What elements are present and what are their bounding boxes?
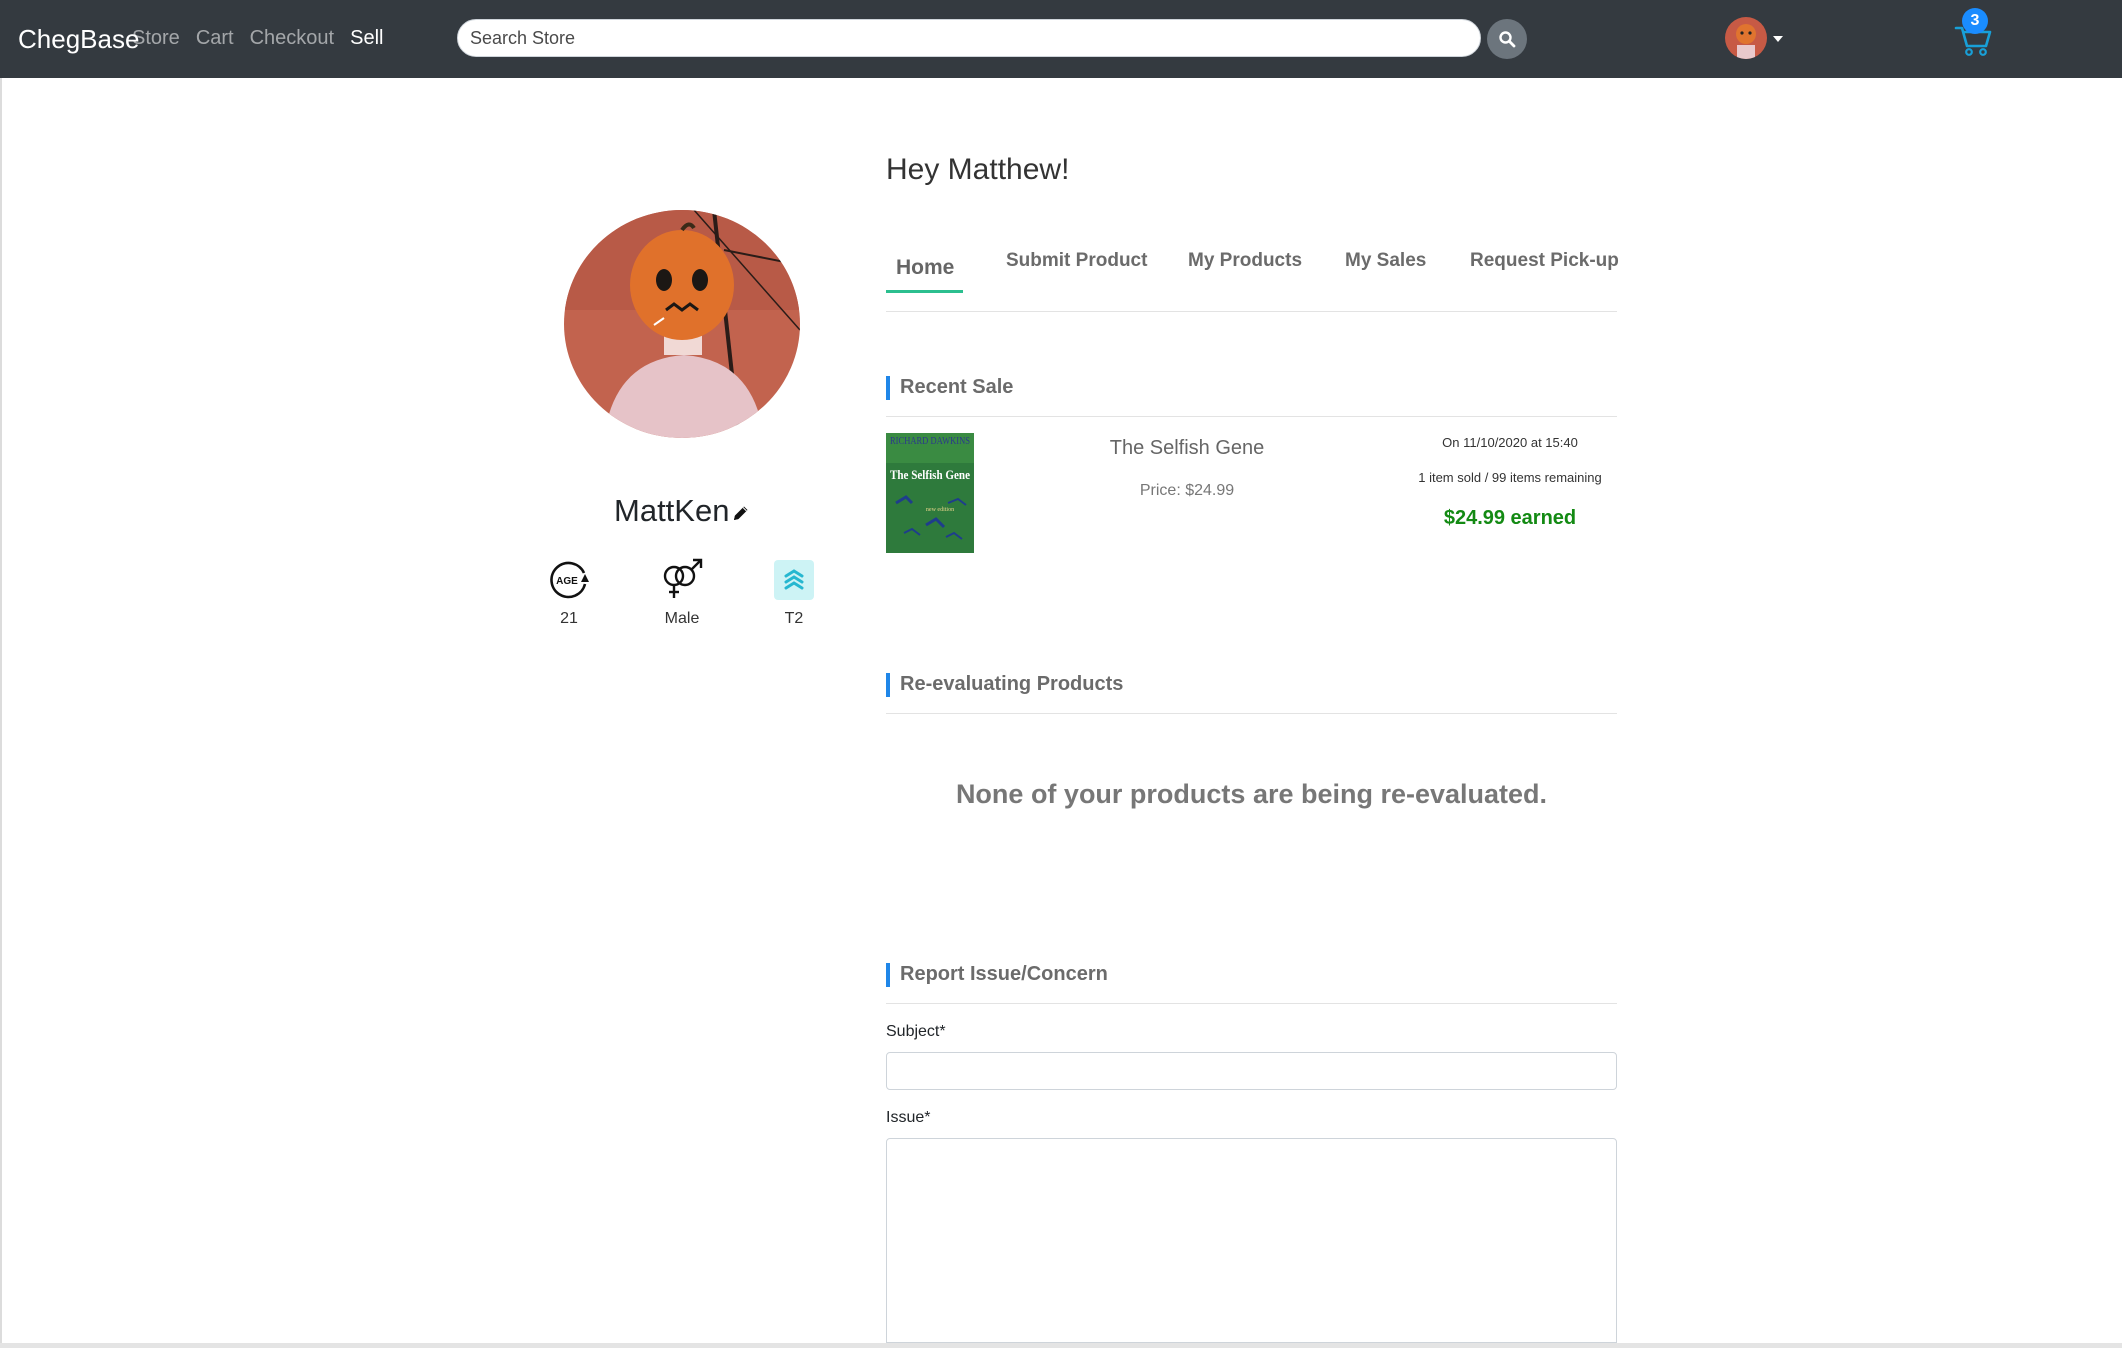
section-accent-bar bbox=[886, 673, 890, 697]
seller-tabs: Home Submit Product My Products My Sales… bbox=[886, 245, 1619, 312]
nav-link-sell[interactable]: Sell bbox=[350, 27, 383, 50]
profile-picture bbox=[564, 210, 800, 438]
tab-my-sales[interactable]: My Sales bbox=[1345, 250, 1426, 272]
tab-my-products[interactable]: My Products bbox=[1188, 250, 1302, 272]
report-heading: Report Issue/Concern bbox=[900, 963, 1108, 985]
gender-icon bbox=[663, 558, 703, 598]
tab-submit-product[interactable]: Submit Product bbox=[1006, 250, 1147, 272]
section-accent-bar bbox=[886, 376, 890, 400]
subject-label: Subject* bbox=[886, 1023, 946, 1040]
sale-date: On 11/10/2020 at 15:40 bbox=[1442, 435, 1578, 450]
age-icon: AGE bbox=[550, 561, 589, 599]
sale-product-title[interactable]: The Selfish Gene bbox=[1067, 437, 1307, 460]
issue-textarea[interactable] bbox=[886, 1138, 1617, 1343]
age-icon-text: AGE bbox=[556, 576, 578, 587]
sale-remaining-count: 1 item sold / 99 items remaining bbox=[1418, 470, 1602, 485]
recent-sale-heading: Recent Sale bbox=[900, 376, 1014, 398]
nav-link-store[interactable]: Store bbox=[132, 27, 180, 50]
book-cover-image[interactable]: RICHARD DAWKINS The Selfish Gene new edi… bbox=[886, 433, 974, 553]
search-input[interactable] bbox=[457, 19, 1481, 57]
age-value: 21 bbox=[560, 610, 578, 627]
greeting-heading: Hey Matthew! bbox=[886, 153, 1070, 186]
book-cover-title: The Selfish Gene bbox=[890, 467, 970, 482]
pencil-icon[interactable] bbox=[731, 503, 751, 523]
book-cover-author: RICHARD DAWKINS bbox=[890, 435, 970, 447]
sale-earned-amount: $24.99 earned bbox=[1443, 507, 1577, 529]
report-section-header: Report Issue/Concern bbox=[886, 963, 1617, 1004]
book-cover-edition: new edition bbox=[926, 507, 954, 513]
reevaluating-heading: Re-evaluating Products bbox=[900, 673, 1124, 695]
issue-label: Issue* bbox=[886, 1109, 931, 1126]
cart-count-badge: 3 bbox=[1962, 8, 1988, 34]
gender-value: Male bbox=[664, 610, 700, 627]
reevaluating-empty-message: None of your products are being re-evalu… bbox=[955, 779, 1548, 809]
nav-links: Store Cart Checkout Sell bbox=[132, 27, 399, 50]
age-stat: AGE 21 bbox=[529, 558, 609, 628]
reevaluating-section-header: Re-evaluating Products bbox=[886, 673, 1617, 714]
tier-value: T2 bbox=[784, 610, 804, 627]
tier-icon bbox=[774, 560, 814, 600]
page-border-left bbox=[0, 0, 2, 1348]
nav-link-cart[interactable]: Cart bbox=[196, 27, 234, 50]
search-icon bbox=[1499, 31, 1516, 48]
profile-username: MattKen bbox=[614, 493, 730, 528]
page-border-bottom bbox=[0, 1343, 2122, 1348]
nav-link-checkout[interactable]: Checkout bbox=[250, 27, 335, 50]
tier-stat: T2 bbox=[754, 558, 834, 628]
caret-down-icon[interactable] bbox=[1773, 36, 1783, 42]
tab-active-indicator bbox=[886, 290, 963, 293]
avatar[interactable] bbox=[1725, 17, 1767, 59]
recent-sale-section-header: Recent Sale bbox=[886, 376, 1617, 417]
gender-stat: Male bbox=[642, 558, 722, 628]
tab-request-pickup[interactable]: Request Pick-up bbox=[1470, 250, 1619, 272]
tab-home[interactable]: Home bbox=[896, 256, 954, 280]
subject-input[interactable] bbox=[886, 1052, 1617, 1090]
navbar: ChegBase Store Cart Checkout Sell 3 bbox=[0, 0, 2122, 78]
sale-product-price: Price: $24.99 bbox=[1139, 482, 1235, 499]
tab-home-label: Home bbox=[896, 256, 955, 279]
search-button[interactable] bbox=[1487, 19, 1527, 59]
section-accent-bar bbox=[886, 963, 890, 987]
brand-logo[interactable]: ChegBase bbox=[18, 24, 139, 55]
